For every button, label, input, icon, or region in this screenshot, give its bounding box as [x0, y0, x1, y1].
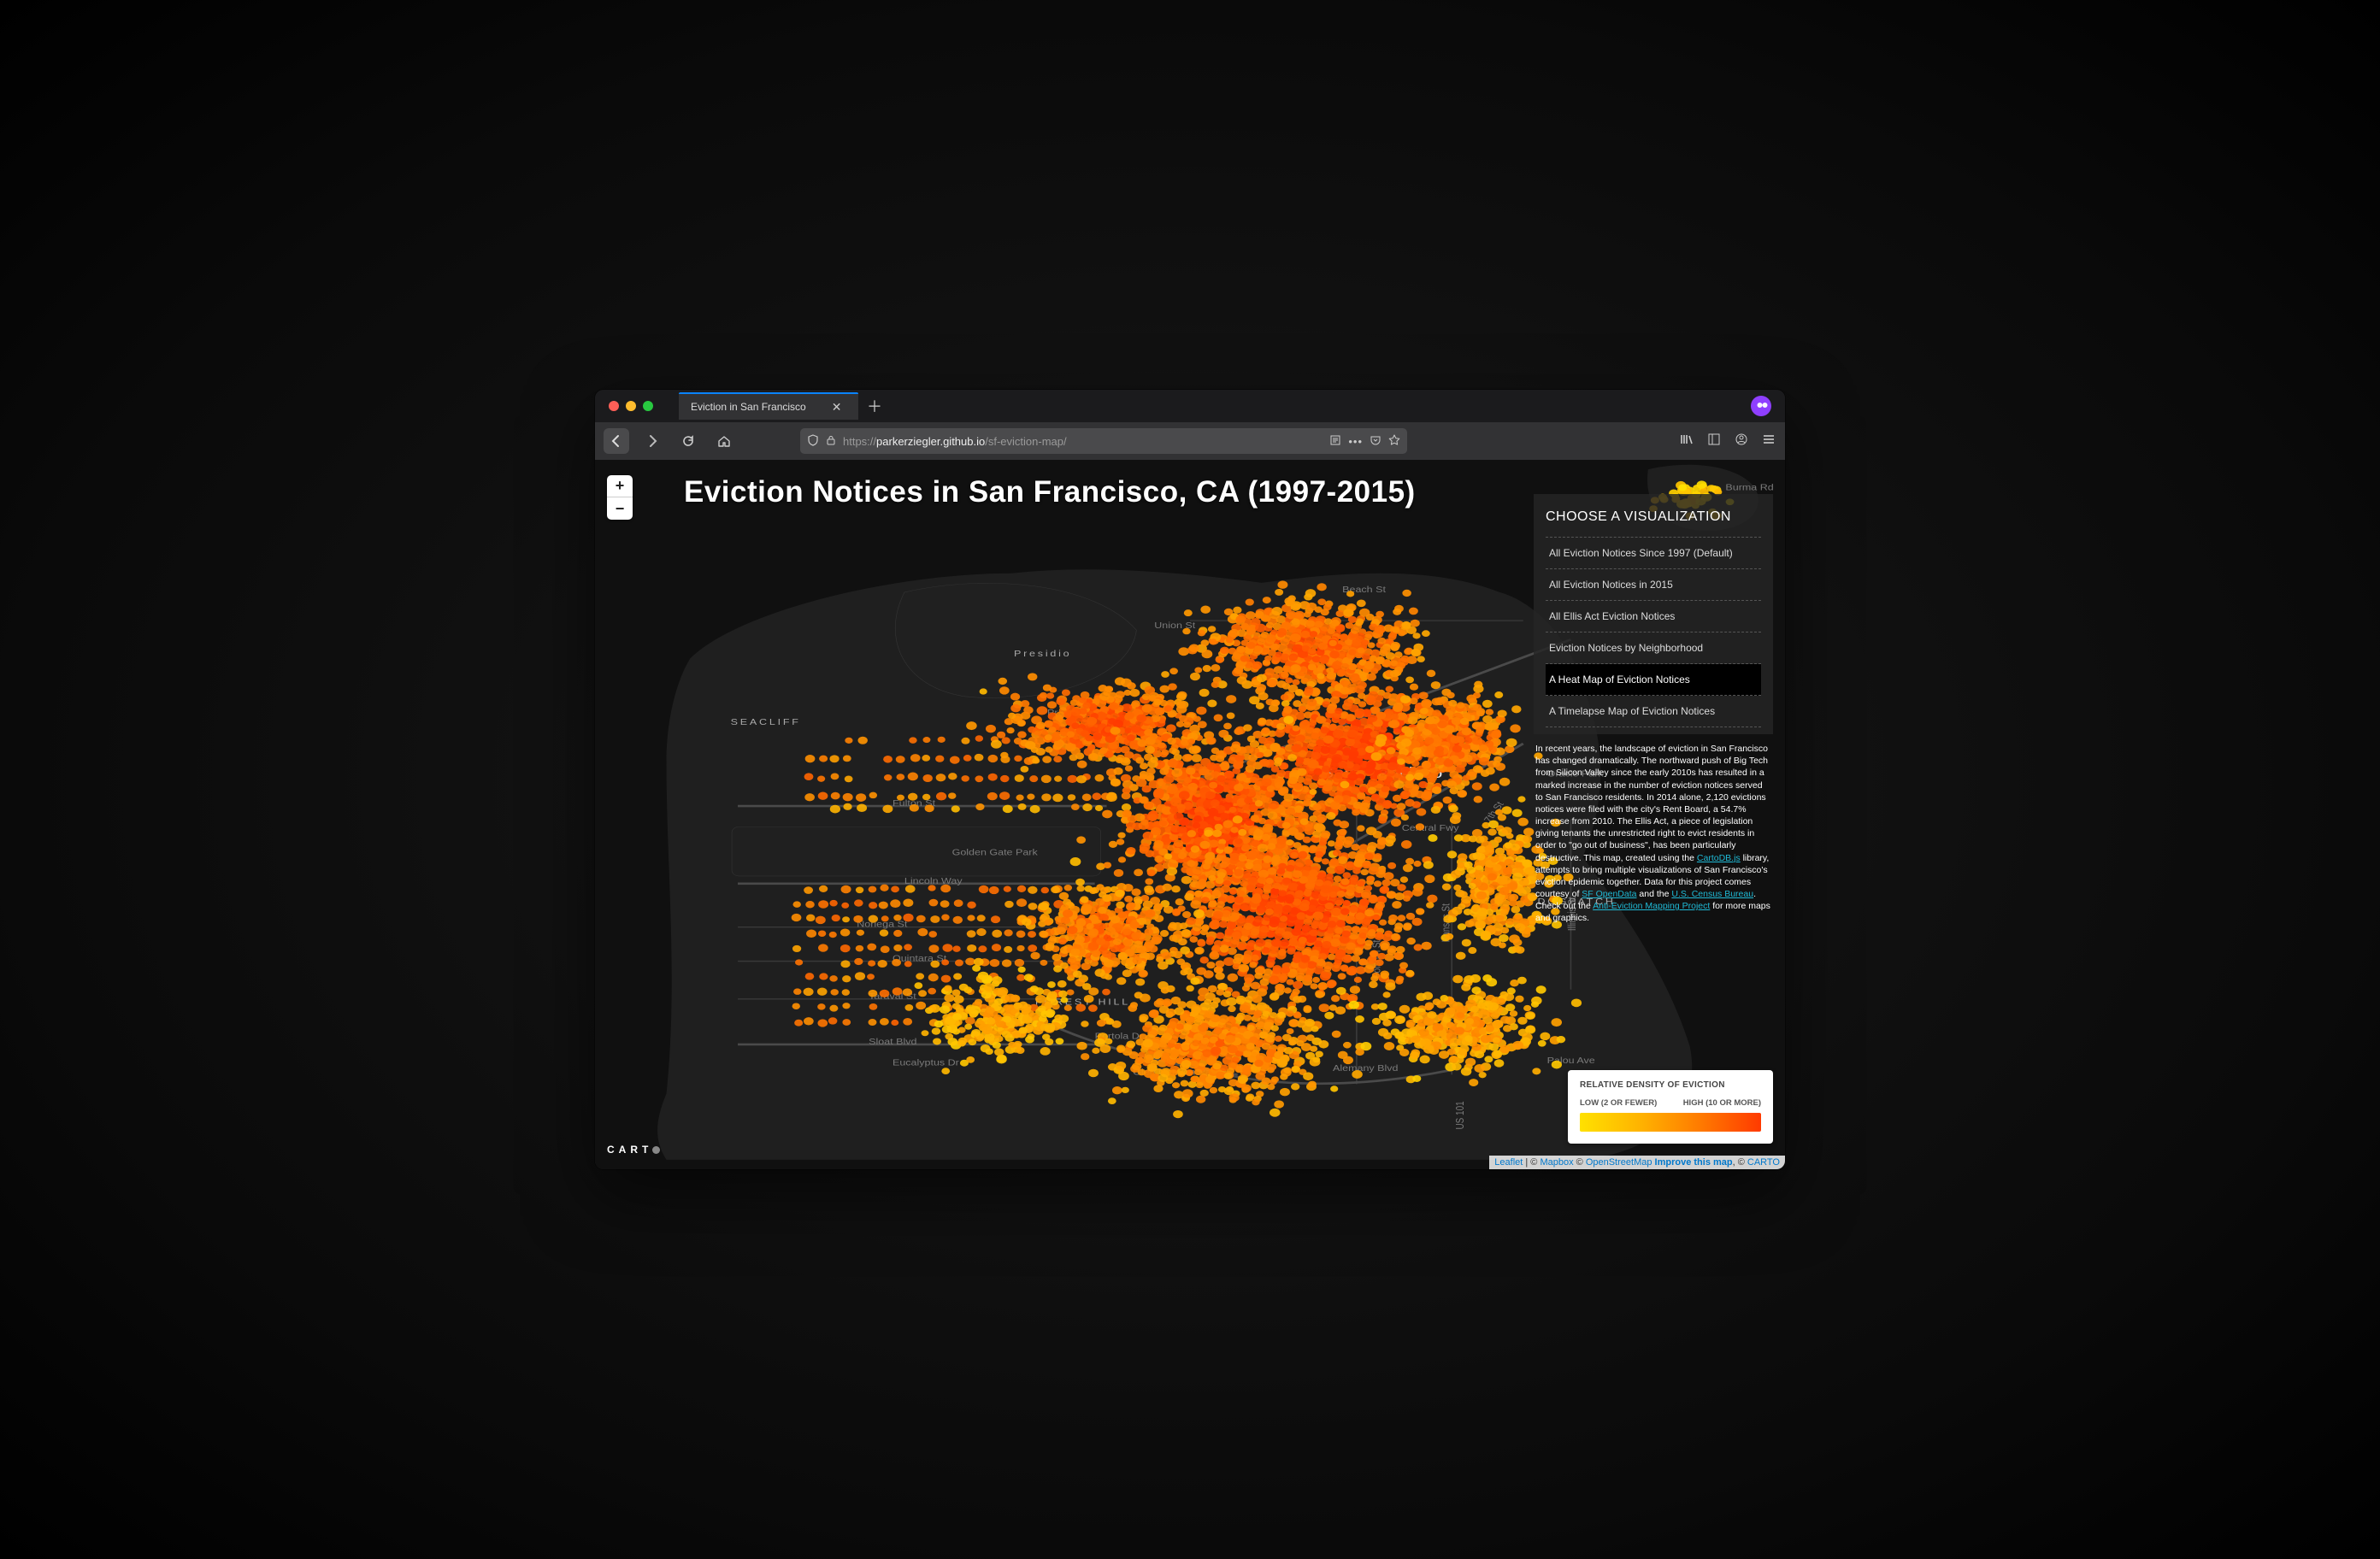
attrib-carto-link[interactable]: CARTO: [1747, 1157, 1780, 1168]
tab-title: Eviction in San Francisco: [691, 401, 806, 413]
svg-text:Noriega St: Noriega St: [857, 921, 908, 930]
window-close-button[interactable]: [609, 401, 619, 411]
zoom-in-button[interactable]: +: [607, 475, 633, 497]
bookmark-star-icon[interactable]: [1388, 434, 1400, 449]
library-icon[interactable]: [1679, 432, 1694, 450]
map-attribution: Leaflet | © Mapbox © OpenStreetMap Impro…: [1489, 1156, 1785, 1169]
browser-toolbar: https://parkerziegler.github.io/sf-evict…: [595, 422, 1785, 460]
pocket-icon[interactable]: [1370, 434, 1381, 449]
visualization-item[interactable]: All Eviction Notices Since 1997 (Default…: [1546, 537, 1761, 569]
svg-text:Union St: Union St: [1154, 621, 1196, 631]
tabstrip: Eviction in San Francisco ✕ ＋: [595, 390, 1785, 422]
legend-gradient: [1580, 1113, 1761, 1132]
svg-text:US 101: US 101: [1455, 1101, 1466, 1129]
zoom-control: + −: [607, 475, 633, 520]
desc-link[interactable]: SF OpenData: [1582, 889, 1636, 899]
attrib-mapbox-link[interactable]: Mapbox: [1540, 1157, 1573, 1168]
svg-text:SEACLIFF: SEACLIFF: [731, 718, 801, 727]
window-maximize-button[interactable]: [643, 401, 653, 411]
city-label: San Francisco: [1321, 765, 1442, 781]
svg-text:Eucalyptus Dr: Eucalyptus Dr: [892, 1058, 959, 1068]
attrib-improve-link[interactable]: Improve this map: [1655, 1157, 1733, 1168]
visualization-panel: CHOOSE A VISUALIZATION All Eviction Noti…: [1534, 494, 1773, 925]
visualization-item[interactable]: All Ellis Act Eviction Notices: [1546, 601, 1761, 632]
svg-text:Sloat Blvd: Sloat Blvd: [869, 1038, 916, 1047]
page-actions-icon[interactable]: •••: [1348, 435, 1363, 448]
svg-text:Palou Ave: Palou Ave: [1547, 1056, 1595, 1066]
browser-tab[interactable]: Eviction in San Francisco ✕: [679, 392, 858, 420]
reload-button[interactable]: [675, 428, 701, 454]
svg-text:Portola Dr: Portola Dr: [1095, 1032, 1144, 1041]
svg-text:Presidio: Presidio: [1047, 709, 1086, 718]
new-tab-button[interactable]: ＋: [867, 395, 882, 417]
svg-text:Central Fwy: Central Fwy: [1402, 824, 1459, 833]
panel-description: In recent years, the landscape of evicti…: [1534, 743, 1773, 925]
svg-text:Golden Gate Park: Golden Gate Park: [952, 849, 1038, 858]
page-title: Eviction Notices in San Francisco, CA (1…: [684, 475, 1416, 509]
browser-window: Eviction in San Francisco ✕ ＋: [595, 390, 1785, 1169]
visualization-list: All Eviction Notices Since 1997 (Default…: [1546, 537, 1761, 727]
svg-text:Glen Canyon Park: Glen Canyon Park: [1133, 1068, 1221, 1077]
map-legend: RELATIVE DENSITY OF EVICTION LOW (2 OR F…: [1568, 1070, 1773, 1144]
svg-text:Beach St: Beach St: [1342, 585, 1387, 595]
svg-text:Taraval St: Taraval St: [869, 992, 917, 1002]
back-button[interactable]: [604, 428, 629, 454]
carto-watermark[interactable]: CART: [607, 1144, 660, 1156]
zoom-out-button[interactable]: −: [607, 497, 633, 520]
svg-text:Quintara St: Quintara St: [892, 955, 947, 964]
sidebar-icon[interactable]: [1706, 432, 1722, 450]
tracking-shield-icon[interactable]: [807, 434, 819, 449]
account-icon[interactable]: [1734, 432, 1749, 450]
desc-link[interactable]: CartoDB.js: [1697, 853, 1741, 863]
attrib-leaflet-link[interactable]: Leaflet: [1494, 1157, 1523, 1168]
visualization-item[interactable]: A Timelapse Map of Eviction Notices: [1546, 696, 1761, 727]
tab-close-button[interactable]: ✕: [832, 400, 842, 415]
home-button[interactable]: [711, 428, 737, 454]
desc-link[interactable]: U.S. Census Bureau: [1671, 889, 1753, 899]
svg-text:Lincoln Way: Lincoln Way: [904, 877, 963, 886]
svg-text:Selby St: Selby St: [1452, 1036, 1493, 1045]
attrib-osm-link[interactable]: OpenStreetMap: [1586, 1157, 1652, 1168]
forward-button[interactable]: [639, 428, 665, 454]
toolbar-right: [1679, 432, 1776, 450]
lock-icon[interactable]: [826, 435, 836, 448]
visualization-item[interactable]: Eviction Notices by Neighborhood: [1546, 632, 1761, 664]
window-minimize-button[interactable]: [626, 401, 636, 411]
visualization-item[interactable]: All Eviction Notices in 2015: [1546, 569, 1761, 601]
legend-low-label: LOW (2 OR FEWER): [1580, 1098, 1657, 1108]
svg-text:Fulton St: Fulton St: [892, 799, 936, 809]
svg-text:Alemany Blvd: Alemany Blvd: [1333, 1064, 1398, 1074]
menu-icon[interactable]: [1761, 432, 1776, 450]
map-content: San Francisco SEACLIFF Presidio Presidio Go…: [595, 460, 1785, 1169]
reader-mode-icon[interactable]: [1329, 434, 1341, 449]
svg-text:Kansas St: Kansas St: [1440, 903, 1452, 942]
window-controls: [609, 401, 653, 411]
svg-text:FOREST HILL: FOREST HILL: [1035, 998, 1130, 1008]
svg-text:Burma Rd: Burma Rd: [1725, 483, 1773, 492]
incognito-icon[interactable]: [1751, 396, 1771, 416]
visualization-item[interactable]: A Heat Map of Eviction Notices: [1546, 664, 1761, 696]
url-text: https://parkerziegler.github.io/sf-evict…: [843, 435, 1323, 448]
legend-high-label: HIGH (10 OR MORE): [1683, 1098, 1761, 1108]
legend-title: RELATIVE DENSITY OF EVICTION: [1580, 1080, 1761, 1090]
desc-link[interactable]: Anti-Eviction Mapping Project: [1593, 901, 1710, 911]
svg-text:Folsom St: Folsom St: [1372, 939, 1383, 979]
panel-title: CHOOSE A VISUALIZATION: [1546, 509, 1761, 525]
svg-text:Presidio: Presidio: [1014, 650, 1071, 659]
url-bar[interactable]: https://parkerziegler.github.io/sf-evict…: [800, 428, 1407, 454]
